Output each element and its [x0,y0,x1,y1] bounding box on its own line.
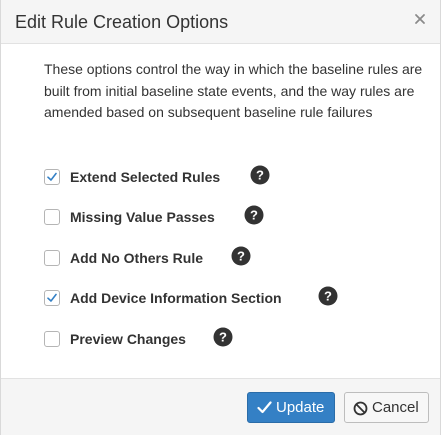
question-circle-icon[interactable]: ? [250,165,270,185]
question-circle-icon[interactable]: ? [244,205,264,225]
dialog-body: These options control the way in which t… [1,44,440,378]
svg-text:?: ? [219,330,227,345]
cancel-button[interactable]: Cancel [344,392,429,423]
update-button-label: Update [276,399,325,416]
ban-icon [353,401,368,416]
option-label: Missing Value Passes [70,209,215,225]
update-button[interactable]: Update [247,392,335,423]
option-label: Extend Selected Rules [70,169,221,185]
checkmark-icon [47,172,57,181]
checkbox-add-no-others-rule[interactable] [44,250,60,266]
question-circle-icon[interactable]: ? [213,327,233,347]
option-label: Preview Changes [70,331,186,347]
close-icon[interactable] [411,10,429,28]
svg-text:?: ? [324,289,332,304]
checkbox-preview-changes[interactable] [44,331,60,347]
question-circle-icon[interactable]: ? [318,286,338,306]
cancel-button-label: Cancel [372,399,419,416]
checkbox-add-device-information-section[interactable] [44,290,60,306]
dialog-title: Edit Rule Creation Options [15,12,229,32]
svg-text:?: ? [250,208,258,223]
option-label: Add No Others Rule [70,250,204,266]
checkmark-icon [257,401,272,414]
svg-text:?: ? [237,249,245,264]
option-label: Add Device Information Section [70,290,282,306]
svg-text:?: ? [256,168,264,183]
dialog-footer: Update Cancel [1,378,440,435]
checkbox-extend-selected-rules[interactable] [44,169,60,185]
dialog-header: Edit Rule Creation Options [1,0,440,44]
checkmark-icon [47,293,57,302]
edit-rule-creation-options-dialog: Edit Rule Creation Options These options… [0,0,441,435]
checkbox-missing-value-passes[interactable] [44,209,60,225]
description-text: These options control the way in which t… [44,61,423,120]
question-circle-icon[interactable]: ? [231,246,251,266]
